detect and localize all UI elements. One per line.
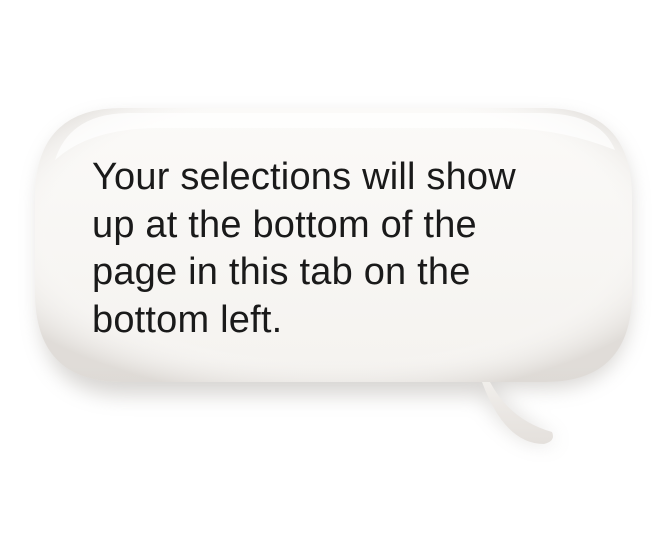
tooltip-line: bottom left. <box>92 298 283 341</box>
tooltip-line: Your selections will show <box>92 156 516 198</box>
tooltip-line: up at the bottom of the <box>92 203 477 246</box>
tooltip-message: Your selections will show up at the bott… <box>92 154 592 344</box>
tooltip-line: page in this tab on the <box>92 251 471 293</box>
tooltip-stage: Your selections will show up at the bott… <box>0 0 655 546</box>
